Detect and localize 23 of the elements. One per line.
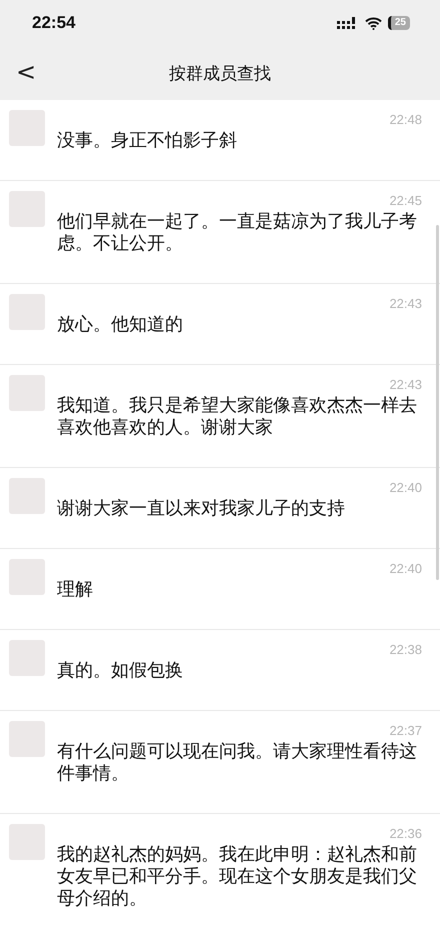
wifi-icon	[364, 16, 382, 30]
page-title: 按群成员查找	[169, 62, 271, 84]
message-text: 理解	[57, 579, 94, 601]
message-time: 22:45	[388, 192, 422, 210]
message-time: 22:48	[388, 111, 422, 129]
message-time: 22:43	[388, 376, 422, 394]
message-text: 谢谢大家一直以来对我家儿子的支持	[57, 498, 346, 520]
message-text: 我的赵礼杰的妈妈。我在此申明：赵礼杰和前女友早已和平分手。现在这个女朋友是我们父母介绍的。	[57, 844, 418, 910]
back-button[interactable]: <	[10, 58, 42, 86]
message-text: 真的。如假包换	[57, 660, 184, 682]
message-time: 22:38	[388, 641, 422, 659]
message-time: 22:36	[388, 825, 422, 843]
message-time: 22:37	[388, 722, 422, 740]
message-time: 22:40	[388, 560, 422, 578]
message-text: 放心。他知道的	[57, 314, 184, 336]
status-time: 22:54	[32, 13, 76, 33]
message-time: 22:40	[388, 479, 422, 497]
message-text: 他们早就在一起了。一直是菇凉为了我儿子考虑。不让公开。	[57, 211, 418, 255]
message-time: 22:43	[388, 295, 422, 313]
battery-level: 25	[388, 16, 410, 30]
message-text: 我知道。我只是希望大家能像喜欢杰杰一样去喜欢他喜欢的人。谢谢大家	[57, 395, 418, 439]
message-text: 没事。身正不怕影子斜	[57, 130, 238, 152]
message-text: 有什么问题可以现在问我。请大家理性看待这件事情。	[57, 741, 418, 785]
